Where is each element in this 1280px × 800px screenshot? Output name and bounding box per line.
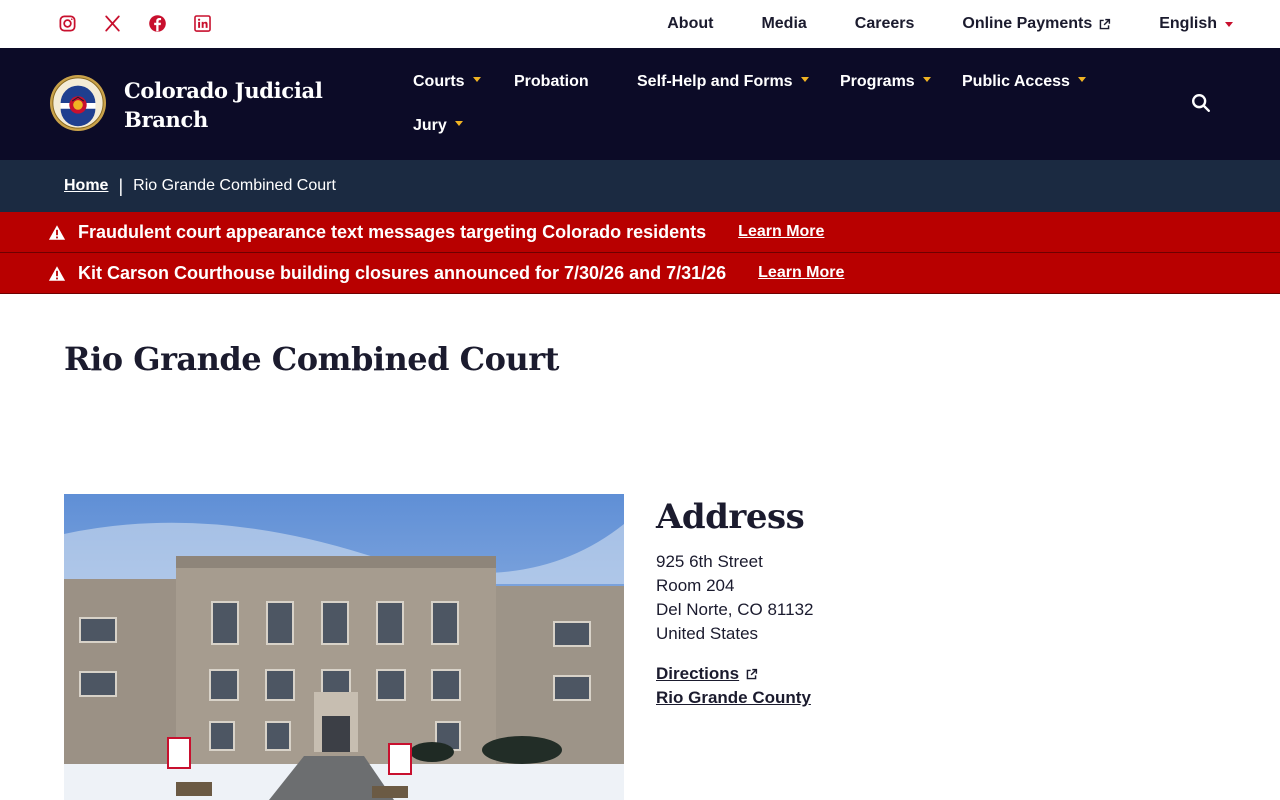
address-heading: Address: [656, 497, 805, 537]
directions-label: Directions: [656, 664, 740, 683]
alert-learn-more-link[interactable]: Learn More: [758, 264, 844, 282]
caret-down-icon: [922, 76, 931, 82]
warning-icon: [48, 265, 66, 281]
address-line: United States: [656, 624, 759, 643]
nav-probation-label: Probation: [514, 73, 589, 90]
caret-down-icon: [472, 76, 481, 82]
alert-banner: Kit Carson Courthouse building closures …: [0, 253, 1280, 294]
careers-link[interactable]: Careers: [855, 15, 915, 33]
colorado-courts-seal-logo[interactable]: [49, 74, 107, 132]
online-payments-link[interactable]: Online Payments: [962, 15, 1111, 33]
breadcrumb-home-link[interactable]: Home: [64, 177, 108, 195]
alert-message: Fraudulent court appearance text message…: [78, 221, 707, 242]
caret-down-icon: [1077, 76, 1086, 82]
language-select[interactable]: English: [1159, 15, 1233, 33]
nav-public-access[interactable]: Public Access: [962, 73, 1086, 91]
site-title-line1: Colorado Judicial: [124, 78, 323, 103]
alert-banner: Fraudulent court appearance text message…: [0, 212, 1280, 253]
online-payments-label: Online Payments: [962, 15, 1093, 32]
county-link[interactable]: Rio Grande County: [656, 686, 811, 710]
nav-self-help-forms[interactable]: Self-Help and Forms: [637, 73, 809, 91]
nav-courts-label: Courts: [413, 73, 465, 90]
address-line: Room 204: [656, 576, 735, 595]
nav-probation[interactable]: Probation: [514, 73, 589, 91]
x-icon[interactable]: [102, 12, 122, 34]
directions-link[interactable]: Directions: [656, 662, 811, 686]
nav-public-access-label: Public Access: [962, 73, 1070, 90]
site-title[interactable]: Colorado Judicial Branch: [124, 76, 323, 134]
search-icon[interactable]: [1190, 92, 1212, 114]
about-link[interactable]: About: [667, 15, 713, 33]
page-title: Rio Grande Combined Court: [64, 340, 559, 378]
nav-courts[interactable]: Courts: [413, 73, 481, 91]
breadcrumb-current: Rio Grande Combined Court: [133, 177, 336, 194]
site-title-line2: Branch: [124, 107, 208, 132]
utility-nav: About Media Careers Online Payments Engl…: [667, 0, 1233, 48]
breadcrumb-separator: |: [118, 175, 124, 196]
address-line: Del Norte, CO 81132: [656, 600, 814, 619]
address-line: 925 6th Street: [656, 552, 763, 571]
main-header: Colorado Judicial Branch Courts Probatio…: [0, 48, 1280, 160]
external-link-icon: [746, 668, 758, 679]
media-link[interactable]: Media: [761, 15, 806, 33]
utility-bar: About Media Careers Online Payments Engl…: [0, 0, 1280, 48]
social-links: [57, 12, 212, 34]
caret-down-icon: [454, 120, 463, 126]
facebook-icon[interactable]: [147, 12, 167, 34]
nav-jury[interactable]: Jury: [413, 117, 463, 135]
nav-programs[interactable]: Programs: [840, 73, 931, 91]
breadcrumb: Home | Rio Grande Combined Court: [0, 160, 1280, 212]
alert-message: Kit Carson Courthouse building closures …: [78, 262, 727, 283]
nav-programs-label: Programs: [840, 73, 915, 90]
linkedin-icon[interactable]: [192, 12, 212, 34]
external-link-icon: [1099, 18, 1111, 29]
caret-down-icon: [1225, 21, 1233, 27]
instagram-icon[interactable]: [57, 12, 77, 34]
nav-self-help-label: Self-Help and Forms: [637, 73, 793, 90]
language-label: English: [1159, 15, 1217, 32]
address-block: 925 6th Street Room 204 Del Norte, CO 81…: [656, 550, 813, 646]
warning-icon: [48, 224, 66, 240]
alert-learn-more-link[interactable]: Learn More: [738, 223, 824, 241]
caret-down-icon: [800, 76, 809, 82]
nav-jury-label: Jury: [413, 117, 447, 134]
courthouse-photo: [64, 494, 624, 800]
address-links: Directions Rio Grande County: [656, 662, 811, 710]
